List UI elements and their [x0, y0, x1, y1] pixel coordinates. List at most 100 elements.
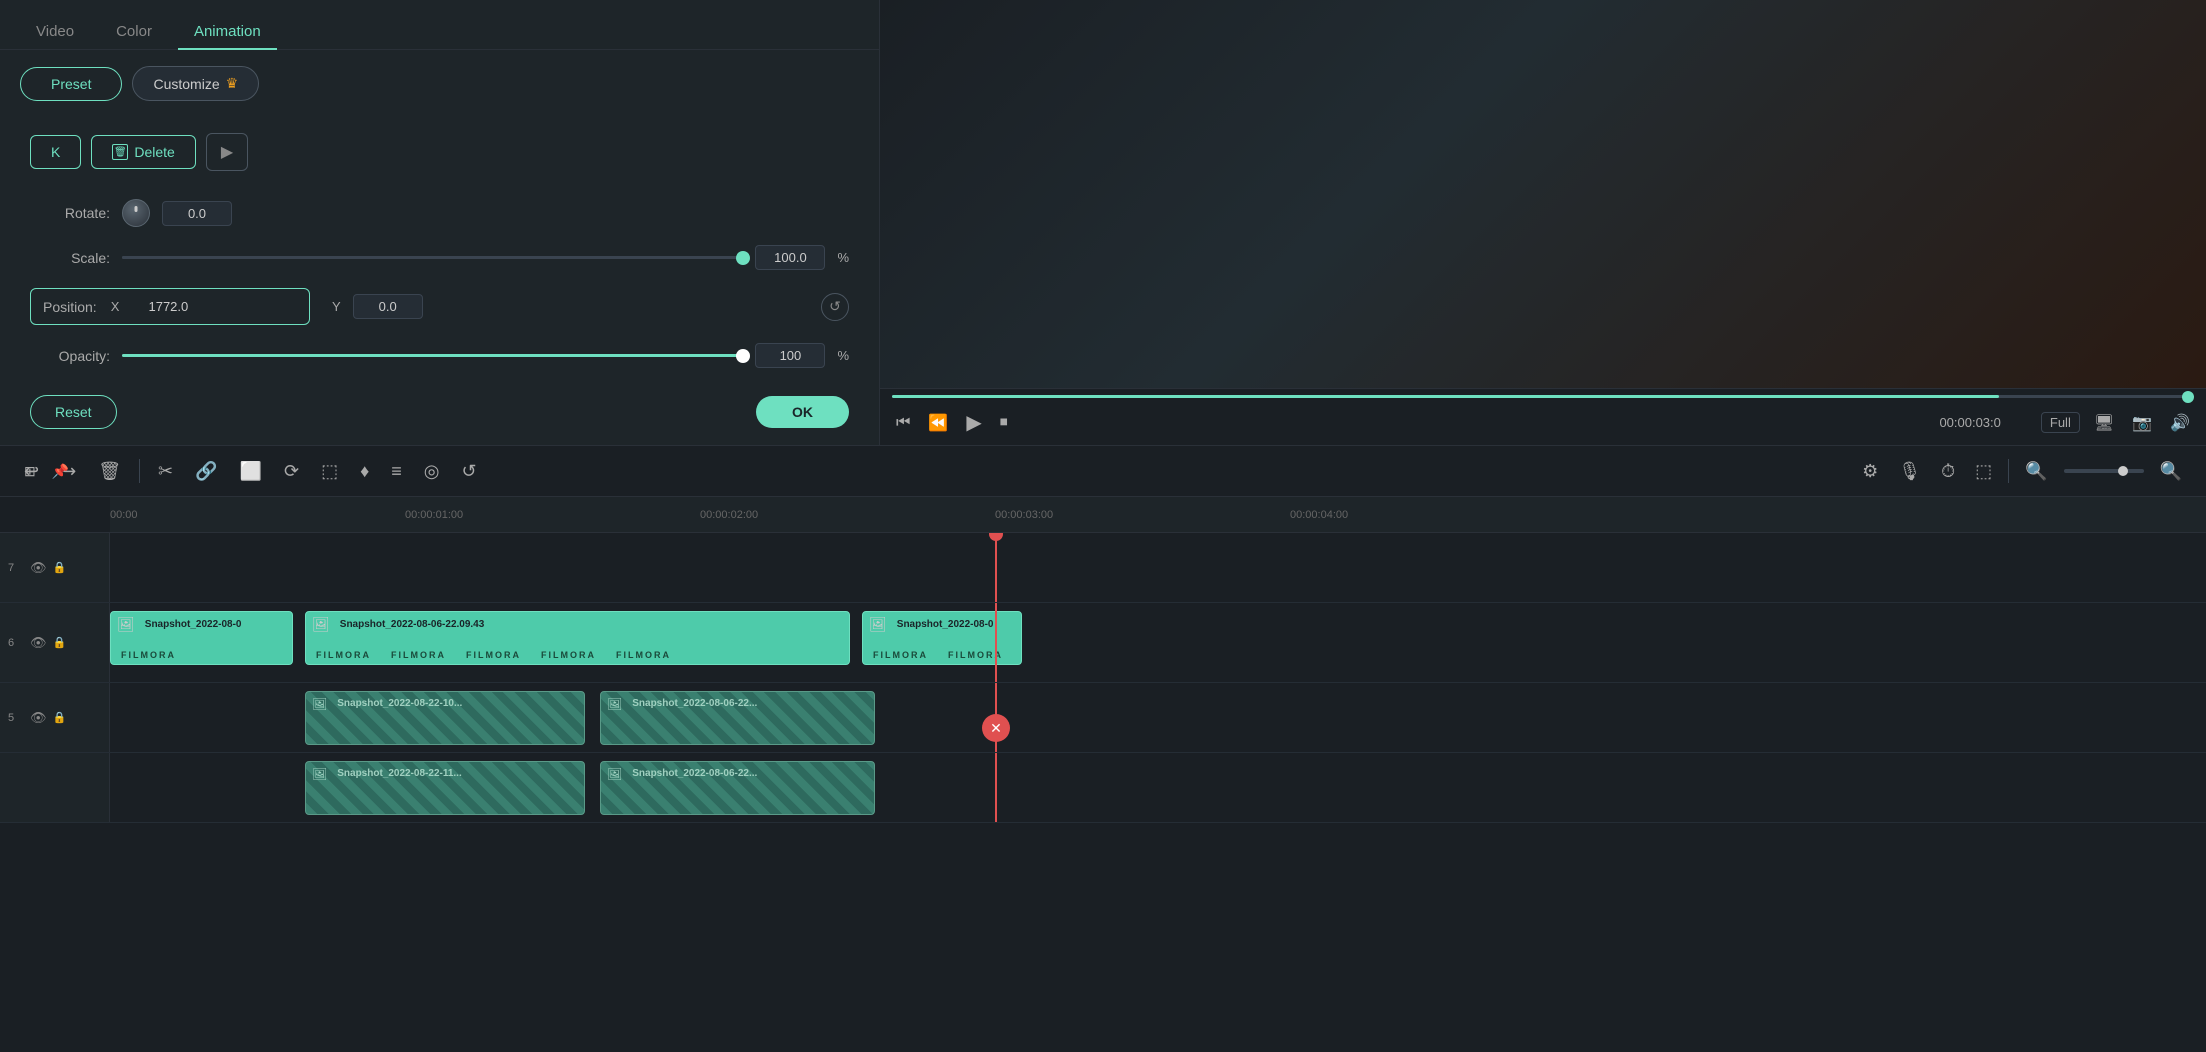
clip-6-1[interactable]: 🖼 Snapshot_2022-08-0 FILMORA — [110, 611, 293, 665]
scale-row: Scale: % — [30, 245, 849, 270]
preview-canvas — [880, 0, 2206, 388]
play-pause-button[interactable]: ▶ — [962, 406, 985, 439]
position-x-label: X — [111, 299, 120, 314]
clip-6-3[interactable]: 🖼 Snapshot_2022-08-0 FILMORA FILMORA — [862, 611, 1022, 665]
reset-tool-button[interactable]: ↺ — [458, 457, 481, 486]
ok-button[interactable]: OK — [756, 396, 849, 428]
track-lock-6[interactable]: 🔒 — [53, 636, 67, 649]
audio-icon[interactable]: 🎙 — [1894, 457, 1925, 486]
trash-button[interactable]: 🗑 — [94, 457, 125, 486]
track-lock-5[interactable]: 🔒 — [53, 711, 67, 724]
opacity-label: Opacity: — [30, 348, 110, 364]
crop-button[interactable]: ⬜ — [236, 457, 266, 486]
delete-button[interactable]: 🗑 Delete — [91, 135, 195, 169]
bottom-buttons: Reset OK — [0, 385, 879, 445]
track-eye-5[interactable]: 👁 — [30, 710, 47, 726]
tracks-container: 7 👁 🔒 6 👁 🔒 🖼 — [0, 533, 2206, 1052]
track-eye-7[interactable]: 👁 — [30, 560, 47, 576]
zoom-track — [2064, 469, 2144, 473]
track-num-6: 6 — [8, 637, 24, 649]
ruler-mark-0: 00:00 — [110, 509, 138, 521]
clip-5-1[interactable]: 🖼 Snapshot_2022-08-22-10... — [305, 691, 585, 745]
tab-color[interactable]: Color — [100, 15, 168, 50]
clip-5-1-label: Snapshot_2022-08-22-10... — [331, 696, 468, 711]
position-y-input[interactable] — [353, 294, 423, 319]
opacity-thumb[interactable] — [736, 349, 750, 363]
add-track-button[interactable]: ⊞ — [20, 459, 40, 484]
rotate-tool-button[interactable]: ⟳ — [280, 457, 303, 486]
rotate-dial[interactable] — [122, 199, 150, 227]
toolbar-separator-1 — [139, 459, 140, 483]
track-header-5: 5 👁 🔒 — [0, 683, 110, 752]
customize-label: Customize — [153, 76, 219, 92]
position-reset-button[interactable]: ↺ — [821, 293, 849, 321]
ruler-mark-1: 00:00:01:00 — [405, 509, 463, 521]
reset-button[interactable]: Reset — [30, 395, 117, 429]
effects-icon[interactable]: ⬚ — [1971, 457, 1996, 486]
scale-track[interactable] — [122, 256, 743, 259]
timeline-area: 00:00 00:00:01:00 00:00:02:00 00:00:03:0… — [0, 497, 2206, 1052]
position-box: Position: X — [30, 288, 310, 325]
skip-back-button[interactable]: ⏮ — [892, 410, 914, 436]
timeline-ruler: 00:00 00:00:01:00 00:00:02:00 00:00:03:0… — [110, 497, 2206, 532]
time-display: 00:00:03:0 — [1939, 415, 2000, 430]
delete-label: Delete — [134, 144, 174, 160]
clip-4-1[interactable]: 🖼 Snapshot_2022-08-22-11... — [305, 761, 585, 815]
opacity-track[interactable] — [122, 354, 743, 357]
tab-video[interactable]: Video — [20, 15, 90, 50]
scale-fill — [122, 256, 743, 259]
track-add-area: ⊞ 📌 — [20, 459, 73, 484]
cut-button[interactable]: ✂ — [154, 457, 177, 486]
zoom-in-button[interactable]: 🔍 — [2156, 457, 2186, 486]
playhead-marker[interactable]: ✕ — [982, 714, 1010, 742]
opacity-unit: % — [837, 348, 849, 363]
equalizer-button[interactable]: ≡ — [387, 457, 406, 486]
opacity-input[interactable] — [755, 343, 825, 368]
tab-animation[interactable]: Animation — [178, 15, 277, 50]
clip-6-2[interactable]: 🖼 Snapshot_2022-08-06-22.09.43 FILMORA F… — [305, 611, 850, 665]
customize-button[interactable]: Customize ♛ — [132, 66, 259, 101]
pin-button[interactable]: 📌 — [48, 459, 73, 484]
speed-icon[interactable]: ⏱ — [1937, 457, 1959, 486]
k-button[interactable]: K — [30, 135, 81, 169]
progress-thumb[interactable] — [2182, 391, 2194, 403]
opacity-row: Opacity: % — [30, 343, 849, 368]
target-button[interactable]: ◎ — [420, 457, 444, 486]
rotate-row: Rotate: — [30, 199, 849, 227]
link-button[interactable]: 🔗 — [191, 457, 221, 486]
scale-input[interactable] — [755, 245, 825, 270]
stabilize-icon[interactable]: ⚙ — [1858, 457, 1882, 486]
track-eye-6[interactable]: 👁 — [30, 635, 47, 651]
pip-button[interactable]: ⬚ — [317, 457, 342, 486]
quality-selector[interactable]: Full — [2041, 412, 2080, 433]
position-x-input[interactable] — [133, 297, 203, 316]
zoom-thumb[interactable] — [2118, 466, 2128, 476]
preview-area — [880, 0, 2206, 388]
tab-bar: Video Color Animation — [0, 0, 879, 50]
left-panel: Video Color Animation Preset Customize ♛… — [0, 0, 880, 445]
step-back-button[interactable]: ⏪ — [924, 409, 952, 437]
zoom-out-button[interactable]: 🔍 — [2021, 457, 2051, 486]
screenshot-icon[interactable]: 📷 — [2128, 409, 2156, 437]
preset-button[interactable]: Preset — [20, 67, 122, 101]
clip-5-2[interactable]: 🖼 Snapshot_2022-08-06-22... — [600, 691, 875, 745]
timeline-header: 00:00 00:00:01:00 00:00:02:00 00:00:03:0… — [0, 497, 2206, 533]
track-header-7: 7 👁 🔒 — [0, 533, 110, 602]
playhead-4 — [995, 753, 997, 822]
playhead-6 — [995, 603, 997, 682]
clip-6-2-label: Snapshot_2022-08-06-22.09.43 — [334, 617, 491, 632]
volume-icon[interactable]: 🔊 — [2166, 409, 2194, 437]
track-header-6: 6 👁 🔒 — [0, 603, 110, 682]
rotate-input[interactable] — [162, 201, 232, 226]
scale-unit: % — [837, 250, 849, 265]
track-row-4: 🖼 Snapshot_2022-08-22-11... 🖼 Snapshot_2… — [0, 753, 2206, 823]
track-lock-7[interactable]: 🔒 — [53, 561, 67, 574]
keyframe-tool-button[interactable]: ♦ — [356, 457, 373, 486]
stop-button[interactable]: ⏹ — [996, 410, 1012, 436]
track-row-7: 7 👁 🔒 — [0, 533, 2206, 603]
play-button[interactable]: ▶ — [206, 133, 248, 171]
clip-4-2[interactable]: 🖼 Snapshot_2022-08-06-22... — [600, 761, 875, 815]
transport-progress[interactable] — [892, 395, 2194, 398]
monitor-icon[interactable]: 🖥 — [2090, 409, 2118, 437]
scale-thumb[interactable] — [736, 251, 750, 265]
